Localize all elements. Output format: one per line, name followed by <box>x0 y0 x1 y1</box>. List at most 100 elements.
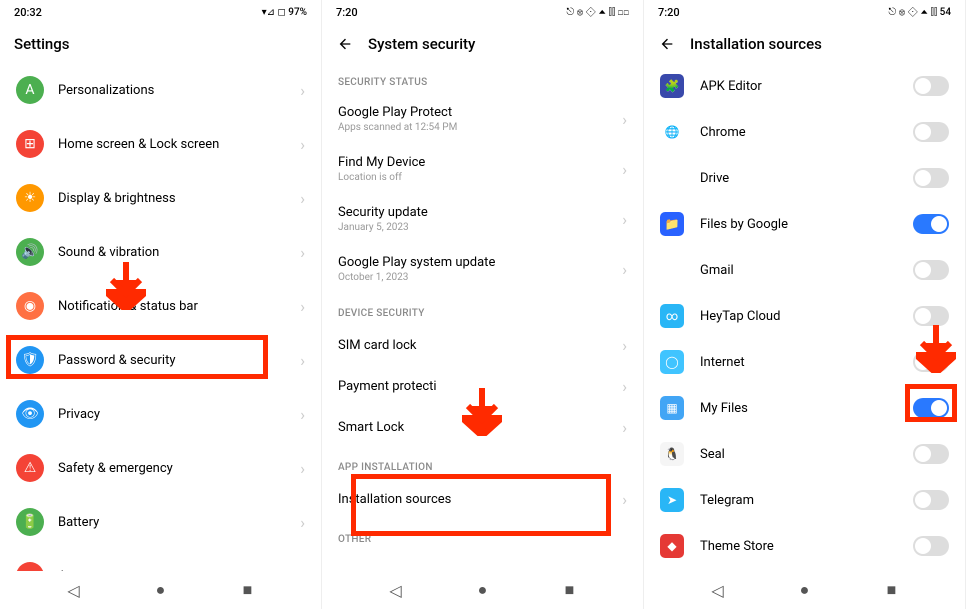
toggle-seal[interactable] <box>913 444 949 464</box>
item-text: Drive <box>700 171 913 186</box>
nav-home[interactable]: ● <box>152 581 170 599</box>
toggle-chrome[interactable] <box>913 122 949 142</box>
item-text: Payment protecti <box>338 379 614 394</box>
toggle-my-files[interactable] <box>913 398 949 418</box>
toggle-files-by-google[interactable] <box>913 214 949 234</box>
item-text: APK Editor <box>700 79 913 94</box>
item-text: Internet <box>700 355 913 370</box>
source-item-theme-store: ◆ Theme Store <box>644 523 965 569</box>
nav-back[interactable]: ◁ <box>65 581 83 599</box>
settings-item-safety-emergency[interactable]: ⚠ Safety & emergency › <box>0 441 321 495</box>
source-item-telegram: ➤ Telegram <box>644 477 965 523</box>
security-item-find-my-device[interactable]: Find My Device Location is off › <box>322 144 643 194</box>
settings-item-sound-vibration[interactable]: 🔊 Sound & vibration › <box>0 225 321 279</box>
settings-item-apps[interactable]: ⊞ Apps › <box>0 549 321 571</box>
security-item-google-play-system-update[interactable]: Google Play system update October 1, 202… <box>322 244 643 294</box>
status-bar: 7:20 ⎋ ⊛ ⟐ ⏶ ⫿⫿ ◻◻ <box>322 0 643 25</box>
toggle-apk-editor[interactable] <box>913 76 949 96</box>
item-icon: ⚠ <box>16 454 44 482</box>
nav-back[interactable]: ◁ <box>709 581 727 599</box>
nav-back[interactable]: ◁ <box>387 581 405 599</box>
item-label: Payment protecti <box>338 379 614 394</box>
item-text: Chrome <box>700 125 913 140</box>
settings-item-battery[interactable]: 🔋 Battery › <box>0 495 321 549</box>
item-label: Notification & status bar <box>58 299 292 314</box>
item-text: Sound & vibration <box>58 245 292 260</box>
chevron-right-icon: › <box>622 490 627 509</box>
item-label: Theme Store <box>700 539 913 554</box>
app-icon: ➤ <box>660 488 684 512</box>
chevron-right-icon: › <box>300 135 305 154</box>
item-text: Google Play system update October 1, 202… <box>338 255 614 283</box>
item-sub: October 1, 2023 <box>338 272 614 283</box>
source-item-chrome: 🌐 Chrome <box>644 109 965 155</box>
nav-recent[interactable]: ■ <box>561 581 579 599</box>
item-text: Personalizations <box>58 83 292 98</box>
settings-item-personalizations[interactable]: A Personalizations › <box>0 63 321 117</box>
item-label: HeyTap Cloud <box>700 309 913 324</box>
toggle-drive[interactable] <box>913 168 949 188</box>
item-label: Password & security <box>58 353 292 368</box>
item-text: Google Play Protect Apps scanned at 12:5… <box>338 105 614 133</box>
chevron-right-icon: › <box>300 297 305 316</box>
header: Installation sources <box>644 25 965 63</box>
item-label: Sound & vibration <box>58 245 292 260</box>
item-text: Find My Device Location is off <box>338 155 614 183</box>
settings-item-notification-status-bar[interactable]: ◉ Notification & status bar › <box>0 279 321 333</box>
back-icon[interactable] <box>658 35 676 53</box>
item-label: SIM card lock <box>338 338 614 353</box>
phone-installation-sources: 7:20 ⎋ ⊛ ⟐ ⏶ ⫿⫿ 54 Installation sources … <box>644 0 966 609</box>
nav-recent[interactable]: ■ <box>883 581 901 599</box>
settings-item-display-brightness[interactable]: ☀ Display & brightness › <box>0 171 321 225</box>
nav-home[interactable]: ● <box>474 581 492 599</box>
toggle-theme-store[interactable] <box>913 536 949 556</box>
item-label: Internet <box>700 355 913 370</box>
app-icon: 🧩 <box>660 74 684 98</box>
chevron-right-icon: › <box>622 377 627 396</box>
item-label: Installation sources <box>338 492 614 507</box>
sources-list: 🧩 APK Editor 🌐 Chrome ▲ Drive 📁 Files by… <box>644 63 965 571</box>
item-text: Display & brightness <box>58 191 292 206</box>
security-item-security-update[interactable]: Security update January 5, 2023 › <box>322 194 643 244</box>
settings-item-home-screen-lock-screen[interactable]: ⊞ Home screen & Lock screen › <box>0 117 321 171</box>
nav-home[interactable]: ● <box>796 581 814 599</box>
status-bar: 20:32 ▾⊿ ◻ 97% <box>0 0 321 25</box>
settings-item-password-security[interactable]: 🛡 Password & security › <box>0 333 321 387</box>
settings-item-privacy[interactable]: 👁 Privacy › <box>0 387 321 441</box>
item-text: Apps <box>58 569 292 572</box>
toggle-gmail[interactable] <box>913 260 949 280</box>
item-text: Gmail <box>700 263 913 278</box>
security-item-payment-protecti[interactable]: Payment protecti › <box>322 366 643 407</box>
toggle-telegram[interactable] <box>913 490 949 510</box>
item-text: My Files <box>700 401 913 416</box>
chevron-right-icon: › <box>300 513 305 532</box>
app-icon: 🌐 <box>660 120 684 144</box>
chevron-right-icon: › <box>622 110 627 129</box>
item-icon: ⊞ <box>16 130 44 158</box>
item-text: Home screen & Lock screen <box>58 137 292 152</box>
security-item-smart-lock[interactable]: Smart Lock › <box>322 407 643 448</box>
section-header: OTHER <box>322 520 643 551</box>
item-label: APK Editor <box>700 79 913 94</box>
item-text: Password & security <box>58 353 292 368</box>
app-icon: ◯ <box>660 350 684 374</box>
source-item-apk-editor: 🧩 APK Editor <box>644 63 965 109</box>
security-item-google-play-protect[interactable]: Google Play Protect Apps scanned at 12:5… <box>322 94 643 144</box>
toggle-heytap-cloud[interactable] <box>913 306 949 326</box>
item-label: Gmail <box>700 263 913 278</box>
phone-settings: 20:32 ▾⊿ ◻ 97% Settings A Personalizatio… <box>0 0 322 609</box>
back-icon[interactable] <box>336 35 354 53</box>
phone-system-security: 7:20 ⎋ ⊛ ⟐ ⏶ ⫿⫿ ◻◻ System security SECUR… <box>322 0 644 609</box>
status-bar: 7:20 ⎋ ⊛ ⟐ ⏶ ⫿⫿ 54 <box>644 0 965 25</box>
security-item-installation-sources[interactable]: Installation sources › <box>322 479 643 520</box>
chevron-right-icon: › <box>300 567 305 572</box>
app-icon: ∞ <box>660 304 684 328</box>
security-item-sim-card-lock[interactable]: SIM card lock › <box>322 325 643 366</box>
source-item-drive: ▲ Drive <box>644 155 965 201</box>
toggle-internet[interactable] <box>913 352 949 372</box>
page-title: Installation sources <box>690 35 822 53</box>
source-item-internet: ◯ Internet <box>644 339 965 385</box>
nav-recent[interactable]: ■ <box>239 581 257 599</box>
item-text: Theme Store <box>700 539 913 554</box>
status-time: 7:20 <box>658 6 680 19</box>
